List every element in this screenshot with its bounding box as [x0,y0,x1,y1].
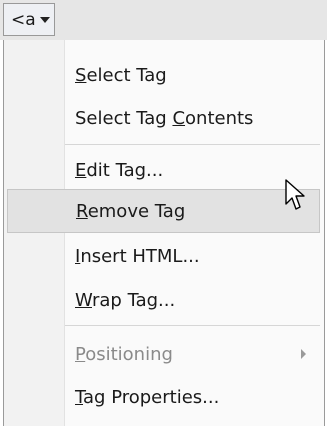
menu-item-wrap-tag[interactable]: Wrap Tag... [4,278,324,322]
menu-separator [65,144,320,145]
menu-item-insert-html[interactable]: Insert HTML... [4,234,324,278]
menu-item-label: Remove Tag [76,200,186,222]
menu-item-select-tag[interactable]: Select Tag [4,53,324,97]
tag-context-menu: Select Tag Select Tag Contents Edit Tag.… [3,40,325,426]
menu-separator [65,325,320,326]
menu-item-label: Insert HTML... [75,245,200,267]
menu-item-tag-properties[interactable]: Tag Properties... [4,375,324,419]
tag-selector-label: <a [11,9,36,30]
menu-item-remove-tag[interactable]: Remove Tag [7,189,320,233]
menu-item-label: Select Tag [75,64,167,86]
menu-item-select-tag-contents[interactable]: Select Tag Contents [4,96,324,140]
chevron-right-icon [301,349,306,359]
tag-selector-bar: <a [0,0,327,40]
menu-item-label: Wrap Tag... [75,289,176,311]
menu-item-label: Tag Properties... [75,386,220,408]
mouse-pointer-icon [285,179,305,210]
menu-item-label: Positioning [75,343,173,365]
tag-selector-button[interactable]: <a [3,3,55,36]
menu-item-label: Select Tag Contents [75,107,254,129]
menu-item-label: Edit Tag... [75,159,164,181]
menu-item-positioning: Positioning [4,332,324,376]
menu-item-edit-tag[interactable]: Edit Tag... [4,148,324,192]
dropdown-caret-icon[interactable] [40,17,50,23]
